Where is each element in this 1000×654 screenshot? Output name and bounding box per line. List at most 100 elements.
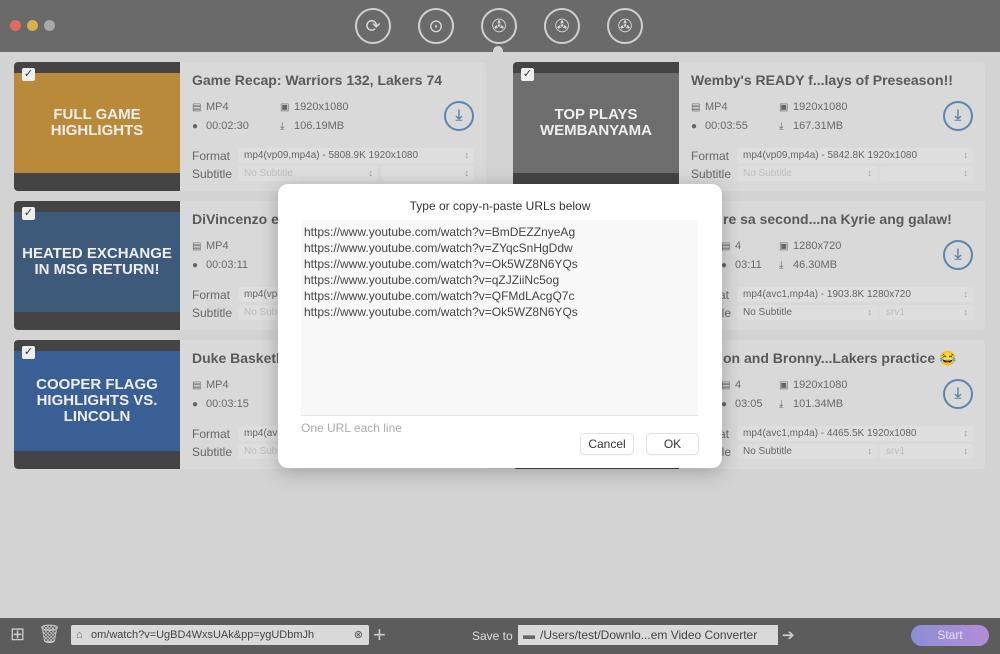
home-icon: ⌂: [76, 629, 83, 641]
duration: 00:02:30: [206, 120, 249, 132]
file-size: 46.30MB: [793, 259, 838, 271]
filesize-icon: ⤓: [779, 260, 784, 271]
thumbnail-image: FULL GAME HIGHLIGHTS: [14, 73, 180, 173]
convert-icon[interactable]: ⟳: [355, 8, 391, 44]
subtitle-label: Subtitle: [192, 306, 233, 320]
minimize-window-button[interactable]: [27, 20, 38, 31]
format-select[interactable]: mp4(avc1,mp4a) - 1903.8K 1280x720: [737, 287, 973, 302]
filesize-icon: ⤓: [779, 399, 784, 410]
resolution: 1920x1080: [294, 101, 349, 113]
filesize-icon: ⤓: [779, 121, 784, 132]
subtitle-select[interactable]: No Subtitle: [737, 166, 877, 181]
container-format: MP4: [705, 101, 728, 113]
video-card: ✓ FULL GAME HIGHLIGHTS Game Recap: Warri…: [14, 62, 486, 191]
video-title: on and Bronny...Lakers practice 😂: [723, 350, 957, 366]
monitor-icon: ▣: [779, 380, 789, 391]
bottom-bar: ⊞ 🗑 ⌂ om/watch?v=UgBD4WxsUAk&pp=ygUDbmJh…: [0, 618, 1000, 654]
open-folder-arrow-icon[interactable]: ➔: [782, 626, 795, 644]
film-icon: ▤: [192, 102, 202, 113]
url-value: om/watch?v=UgBD4WxsUAk&pp=ygUDbmJh: [91, 629, 315, 641]
container-format: 4: [735, 379, 742, 391]
duration: 00:03:11: [206, 259, 249, 271]
select-checkbox[interactable]: ✓: [22, 68, 35, 81]
add-icon[interactable]: ⊞: [10, 624, 25, 645]
video-title: DiVincenzo ex: [192, 211, 287, 227]
video-thumbnail: ✓ FULL GAME HIGHLIGHTS: [14, 62, 180, 191]
file-size: 101.34MB: [793, 398, 844, 410]
format-label: Format: [192, 427, 231, 441]
clear-icon[interactable]: ⊗: [354, 625, 363, 645]
video-card: ✓ TOP PLAYS WEMBANYAMA Wemby's READY f..…: [513, 62, 985, 191]
subtitle-label: Subtitle: [691, 167, 732, 181]
film-icon: ▤: [192, 241, 202, 252]
subtitle-track-select[interactable]: srv1: [880, 305, 973, 320]
urls-textarea[interactable]: https://www.youtube.com/watch?v=BmDEZZny…: [301, 220, 698, 416]
close-window-button[interactable]: [10, 20, 21, 31]
monitor-icon: ▣: [779, 102, 789, 113]
film-icon: ▤: [691, 102, 701, 113]
clock-icon: ●: [721, 260, 728, 271]
title-bar: ⟳ ⊙ ✇ ✇ ✇: [0, 0, 1000, 52]
subtitle-track-select[interactable]: [880, 166, 973, 181]
video-title: Duke Basketb: [192, 350, 285, 366]
duration: 00:03:55: [705, 120, 748, 132]
container-format: MP4: [206, 240, 229, 252]
subtitle-select[interactable]: No Subtitle: [737, 305, 877, 320]
duration: 03:11: [735, 259, 762, 271]
format-label: Format: [192, 149, 231, 163]
save-path: /Users/test/Downlo...em Video Converter: [540, 628, 758, 642]
video-title: re sa second...na Kyrie ang galaw!: [723, 211, 952, 227]
download-icon[interactable]: ✇: [481, 8, 517, 44]
edit-icon[interactable]: ✇: [544, 8, 580, 44]
subtitle-label: Subtitle: [192, 167, 233, 181]
clock-icon: ●: [721, 399, 728, 410]
subtitle-label: Subtitle: [192, 445, 233, 459]
select-checkbox[interactable]: ✓: [521, 68, 534, 81]
start-button[interactable]: Start: [911, 625, 989, 646]
format-label: Format: [192, 288, 231, 302]
file-size: 167.31MB: [793, 120, 844, 132]
folder-icon: ▬: [523, 628, 535, 642]
format-select[interactable]: mp4(avc1,mp4a) - 4465.5K 1920x1080: [737, 426, 973, 441]
resolution: 1280x720: [793, 240, 842, 252]
thumbnail-image: TOP PLAYS WEMBANYAMA: [513, 73, 679, 173]
subtitle-track-select[interactable]: srv1: [880, 444, 973, 459]
dialog-hint: One URL each line: [301, 421, 402, 435]
film-icon: ▤: [192, 380, 202, 391]
clock-icon: ●: [192, 399, 199, 410]
save-path-field[interactable]: ▬ /Users/test/Downlo...em Video Converte…: [518, 625, 778, 645]
duration: 00:03:15: [206, 398, 249, 410]
select-checkbox[interactable]: ✓: [22, 346, 35, 359]
tools-icon[interactable]: ✇: [607, 8, 643, 44]
format-label: Format: [691, 149, 730, 163]
video-thumbnail: ✓ HEATED EXCHANGE IN MSG RETURN!: [14, 201, 180, 330]
download-button[interactable]: ⤓: [943, 101, 973, 131]
clock-icon: ●: [192, 121, 199, 132]
format-select[interactable]: mp4(vp09,mp4a) - 5808.9K 1920x1080: [238, 148, 474, 163]
container-format: 4: [735, 240, 742, 252]
subtitle-select[interactable]: No Subtitle: [238, 166, 378, 181]
download-button[interactable]: ⤓: [943, 379, 973, 409]
add-url-button[interactable]: +: [373, 622, 386, 648]
trash-icon[interactable]: 🗑: [38, 624, 61, 645]
subtitle-track-select[interactable]: [381, 166, 474, 181]
video-title: Game Recap: Warriors 132, Lakers 74: [192, 72, 443, 88]
thumbnail-image: COOPER FLAGG HIGHLIGHTS VS. LINCOLN: [14, 351, 180, 451]
dialog-title: Type or copy-n-paste URLs below: [409, 199, 591, 213]
url-input[interactable]: ⌂ om/watch?v=UgBD4WxsUAk&pp=ygUDbmJh ⊗: [71, 625, 369, 645]
record-icon[interactable]: ⊙: [418, 8, 454, 44]
video-title: Wemby's READY f...lays of Preseason!!: [691, 72, 953, 88]
download-button[interactable]: ⤓: [444, 101, 474, 131]
cancel-button[interactable]: Cancel: [581, 434, 633, 454]
ok-button[interactable]: OK: [647, 434, 698, 454]
format-select[interactable]: mp4(vp09,mp4a) - 5842.8K 1920x1080: [737, 148, 973, 163]
subtitle-select[interactable]: No Subtitle: [737, 444, 877, 459]
clock-icon: ●: [691, 121, 698, 132]
select-checkbox[interactable]: ✓: [22, 207, 35, 220]
resolution: 1920x1080: [793, 379, 848, 391]
zoom-window-button[interactable]: [44, 20, 55, 31]
container-format: MP4: [206, 101, 229, 113]
video-thumbnail: ✓ TOP PLAYS WEMBANYAMA: [513, 62, 679, 191]
selected-tool-indicator: [493, 46, 503, 52]
download-button[interactable]: ⤓: [943, 240, 973, 270]
